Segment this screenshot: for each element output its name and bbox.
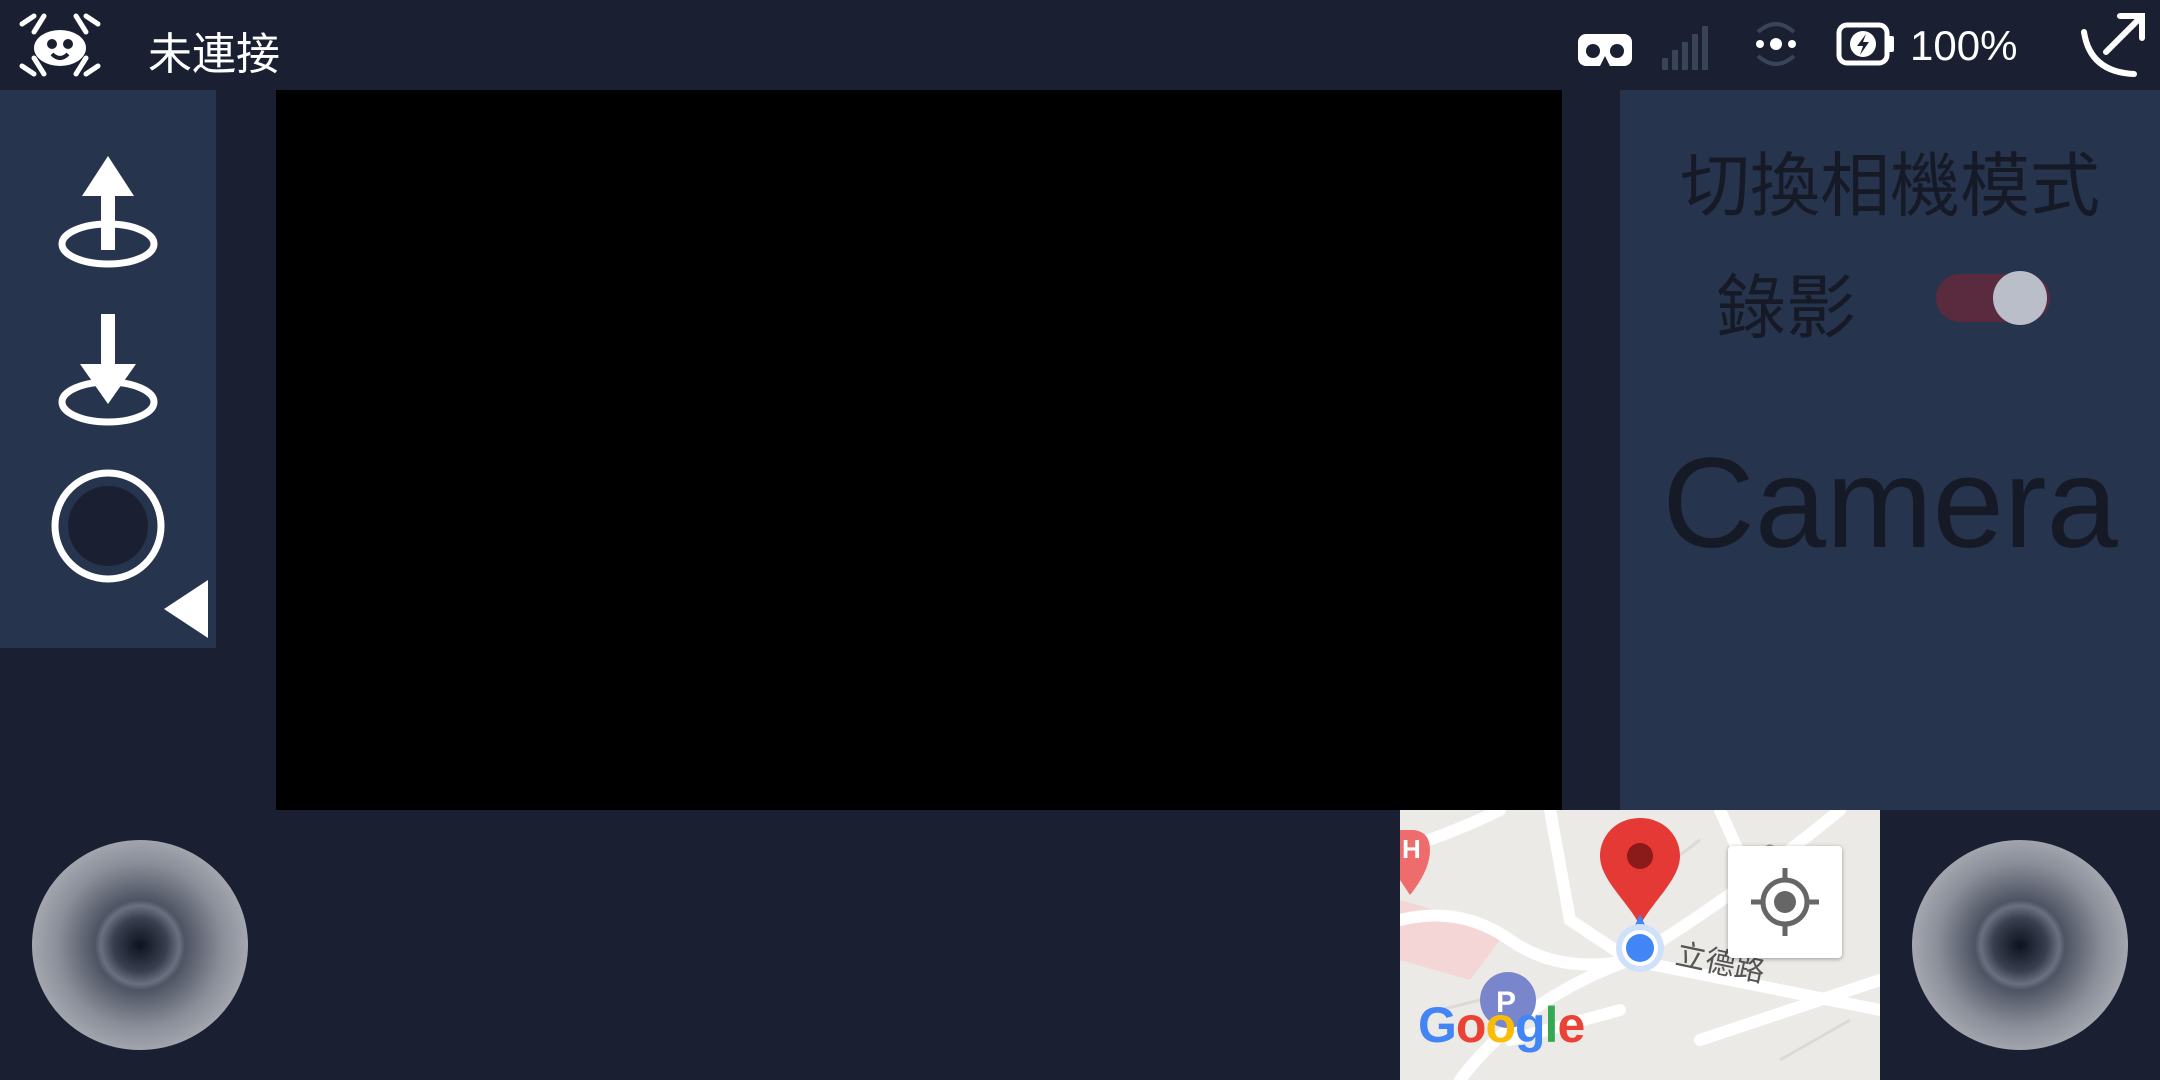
connection-status-text: 未連接 xyxy=(148,29,280,80)
collapse-panel-icon[interactable] xyxy=(160,576,210,642)
takeoff-button[interactable] xyxy=(56,152,160,270)
right-joystick[interactable] xyxy=(1912,840,2128,1050)
vr-headset-icon[interactable] xyxy=(1576,30,1634,70)
exit-arrow-icon[interactable] xyxy=(2076,10,2148,80)
drone-wifi-icon xyxy=(1756,22,1796,66)
battery-charging-icon xyxy=(1836,22,1894,66)
drone-logo-icon[interactable] xyxy=(14,10,106,80)
video-feed[interactable] xyxy=(276,90,1562,810)
my-location-button[interactable] xyxy=(1728,846,1842,958)
google-logo: Google xyxy=(1418,997,1585,1053)
battery-percentage: 100% xyxy=(1910,22,2018,69)
land-button[interactable] xyxy=(56,310,160,428)
record-label: 錄影 xyxy=(1716,267,1856,349)
left-joystick[interactable] xyxy=(32,840,248,1050)
camera-mode-label: Camera xyxy=(1662,432,2118,575)
signal-strength-icon xyxy=(1662,26,1708,70)
shutter-button[interactable] xyxy=(50,468,166,584)
switch-camera-mode-title: 切換相機模式 xyxy=(1680,145,2100,227)
crosshair-icon xyxy=(1751,868,1819,936)
record-toggle[interactable] xyxy=(1936,270,2050,326)
svg-text:H: H xyxy=(1402,834,1421,864)
